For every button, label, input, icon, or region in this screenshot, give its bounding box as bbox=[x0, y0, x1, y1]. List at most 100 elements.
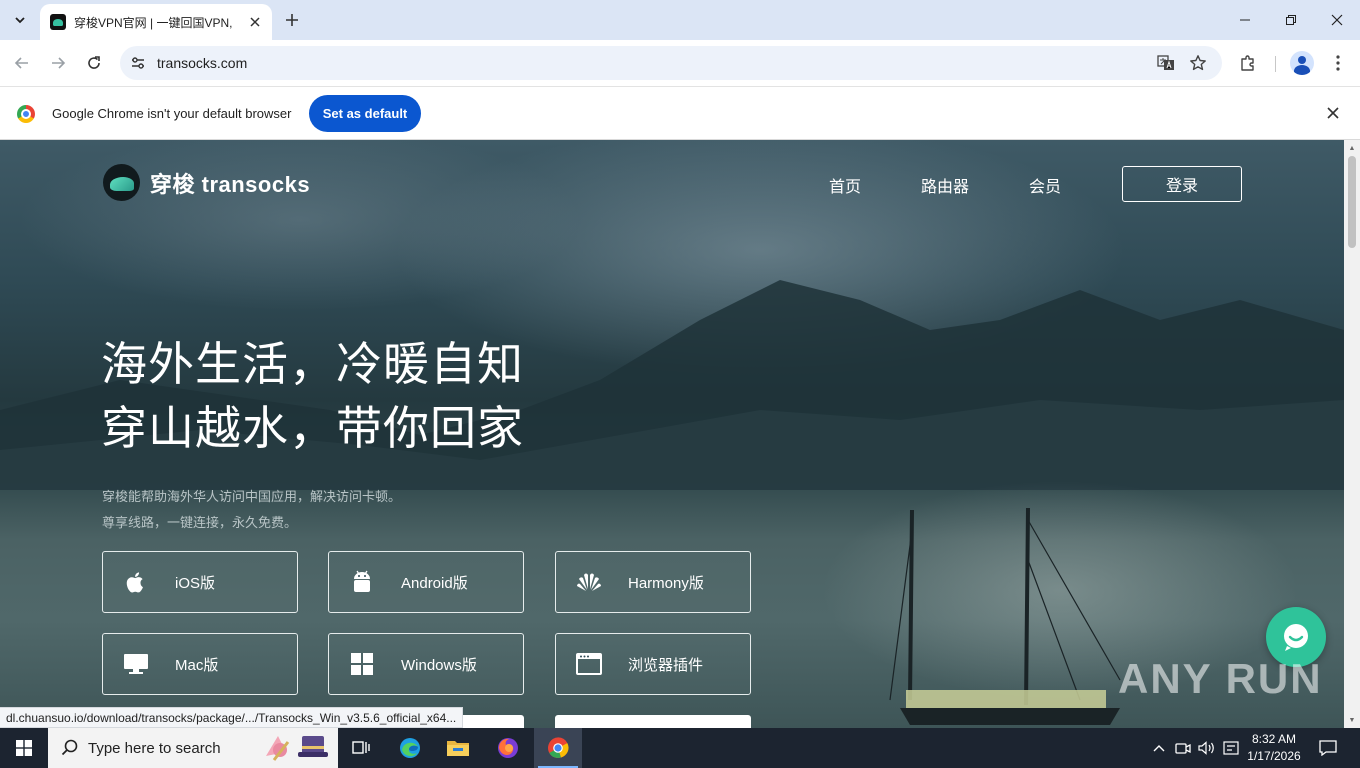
download-browser-extension-label: 浏览器插件 bbox=[628, 656, 704, 674]
tray-meet-now[interactable] bbox=[1172, 728, 1194, 768]
puzzle-icon bbox=[1241, 55, 1254, 71]
taskbar-chrome[interactable] bbox=[534, 728, 582, 768]
browser-title-bar: 穿梭VPN官网 | 一键回国VPN, bbox=[0, 0, 1360, 40]
folder-icon bbox=[447, 741, 469, 756]
kebab-menu-icon bbox=[1336, 55, 1340, 71]
tab-close-button[interactable] bbox=[247, 13, 264, 31]
transocks-logo-icon bbox=[103, 164, 140, 201]
taskbar-edge[interactable] bbox=[386, 728, 434, 768]
show-hidden-icons-button[interactable] bbox=[1148, 728, 1170, 768]
download-harmony-label: Harmony版 bbox=[628, 574, 704, 592]
nav-membership[interactable]: 会员 bbox=[1029, 173, 1061, 197]
notification-icon bbox=[1319, 740, 1337, 756]
brand-name: 穿梭 transocks bbox=[150, 171, 311, 197]
reload-button[interactable] bbox=[80, 49, 108, 77]
task-view-button[interactable] bbox=[338, 728, 386, 768]
task-view-icon bbox=[352, 741, 370, 754]
chevron-down-icon bbox=[15, 17, 25, 24]
bookmark-button[interactable] bbox=[1188, 53, 1208, 73]
download-ios-label: iOS版 bbox=[175, 574, 216, 592]
headline-line-1: 海外生活，冷暖自知 bbox=[101, 338, 524, 390]
notification-center-button[interactable] bbox=[1316, 728, 1340, 768]
nav-home[interactable]: 首页 bbox=[829, 173, 861, 197]
close-icon bbox=[1331, 14, 1343, 26]
download-ios-button[interactable]: iOS版 bbox=[102, 551, 298, 613]
back-button[interactable] bbox=[8, 49, 36, 77]
tray-volume[interactable] bbox=[1196, 728, 1218, 768]
page-scrollbar[interactable]: ▲ ▼ bbox=[1344, 140, 1360, 728]
chrome-logo-icon bbox=[17, 105, 35, 123]
profile-avatar[interactable] bbox=[1290, 51, 1314, 75]
tab-title: 穿梭VPN官网 | 一键回国VPN, bbox=[74, 15, 233, 30]
taskbar-firefox[interactable] bbox=[484, 728, 532, 768]
windows-taskbar: Type here to search 8:32 AM 1/17/2026 bbox=[0, 728, 1360, 768]
firefox-icon bbox=[498, 738, 518, 758]
close-icon bbox=[1327, 107, 1339, 119]
sailboat-silhouette bbox=[889, 507, 1121, 725]
login-button[interactable]: 登录 bbox=[1122, 166, 1242, 202]
tune-icon bbox=[132, 57, 144, 69]
infobar-message: Google Chrome isn't your default browser bbox=[52, 106, 292, 121]
site-info-button[interactable] bbox=[130, 55, 146, 71]
download-harmony-button[interactable]: Harmony版 bbox=[555, 551, 751, 613]
download-button-row3-2[interactable] bbox=[555, 715, 751, 728]
site-favicon-icon bbox=[50, 14, 66, 30]
download-android-label: Android版 bbox=[401, 574, 468, 592]
download-windows-button[interactable]: Windows版 bbox=[328, 633, 524, 695]
close-icon bbox=[250, 17, 260, 27]
start-button[interactable] bbox=[0, 728, 48, 768]
nav-router[interactable]: 路由器 bbox=[921, 173, 969, 197]
set-as-default-button[interactable]: Set as default bbox=[309, 95, 421, 132]
edge-icon bbox=[400, 738, 420, 758]
chevron-up-icon bbox=[1153, 745, 1165, 752]
anyrun-watermark: ANY RUN bbox=[1118, 655, 1323, 702]
chrome-menu-button[interactable] bbox=[1326, 51, 1350, 75]
link-status-bubble: dl.chuansuo.io/download/transocks/packag… bbox=[0, 707, 464, 728]
search-placeholder: Type here to search bbox=[88, 739, 221, 757]
chrome-icon bbox=[548, 737, 569, 758]
android-icon bbox=[349, 569, 375, 595]
speaker-icon bbox=[1198, 741, 1214, 755]
download-mac-button[interactable]: Mac版 bbox=[102, 633, 298, 695]
windows-icon bbox=[349, 651, 375, 677]
headline-line-2: 穿山越水，带你回家 bbox=[101, 402, 524, 454]
tab-search-button[interactable] bbox=[6, 6, 34, 34]
infobar-close-button[interactable] bbox=[1323, 103, 1343, 123]
page-viewport: 穿梭 transocks 首页 路由器 会员 登录 海外生活，冷暖自知 穿山越水… bbox=[0, 140, 1344, 728]
taskbar-search-box[interactable]: Type here to search bbox=[48, 728, 338, 768]
extensions-button[interactable] bbox=[1236, 51, 1260, 75]
clock-date: 1/17/2026 bbox=[1247, 749, 1301, 763]
download-browser-extension-button[interactable]: 浏览器插件 bbox=[555, 633, 751, 695]
arrow-right-icon bbox=[52, 57, 66, 69]
site-brand-logo[interactable]: 穿梭 transocks bbox=[103, 164, 310, 201]
reload-icon bbox=[88, 56, 100, 69]
address-bar[interactable]: transocks.com bbox=[120, 46, 1222, 80]
plus-icon bbox=[286, 14, 298, 26]
windows-logo-icon bbox=[16, 740, 32, 756]
restore-button[interactable] bbox=[1268, 0, 1314, 40]
translate-icon bbox=[1157, 55, 1174, 70]
minimize-icon bbox=[1240, 19, 1250, 21]
arrow-left-icon bbox=[14, 57, 28, 69]
toolbar-divider bbox=[1275, 56, 1276, 72]
download-mac-label: Mac版 bbox=[175, 656, 219, 674]
translate-button[interactable] bbox=[1156, 53, 1176, 73]
minimize-button[interactable] bbox=[1222, 0, 1268, 40]
close-window-button[interactable] bbox=[1314, 0, 1360, 40]
scroll-thumb[interactable] bbox=[1348, 156, 1356, 248]
chat-icon bbox=[1284, 624, 1308, 651]
download-android-button[interactable]: Android版 bbox=[328, 551, 524, 613]
taskbar-file-explorer[interactable] bbox=[434, 728, 482, 768]
apple-icon bbox=[123, 569, 149, 595]
new-tab-button[interactable] bbox=[280, 8, 304, 32]
url-text: transocks.com bbox=[157, 55, 248, 71]
scroll-down-arrow-icon[interactable]: ▼ bbox=[1348, 716, 1356, 724]
forward-button[interactable] bbox=[44, 49, 72, 77]
taskbar-clock[interactable]: 8:32 AM 1/17/2026 bbox=[1238, 731, 1310, 765]
star-icon bbox=[1190, 55, 1206, 71]
subtitle-line-1: 穿梭能帮助海外华人访问中国应用，解决访问卡顿。 bbox=[102, 489, 402, 504]
restore-icon bbox=[1286, 15, 1296, 25]
search-icon bbox=[61, 739, 78, 756]
scroll-up-arrow-icon[interactable]: ▲ bbox=[1348, 144, 1356, 152]
active-tab[interactable]: 穿梭VPN官网 | 一键回国VPN, bbox=[40, 4, 272, 40]
